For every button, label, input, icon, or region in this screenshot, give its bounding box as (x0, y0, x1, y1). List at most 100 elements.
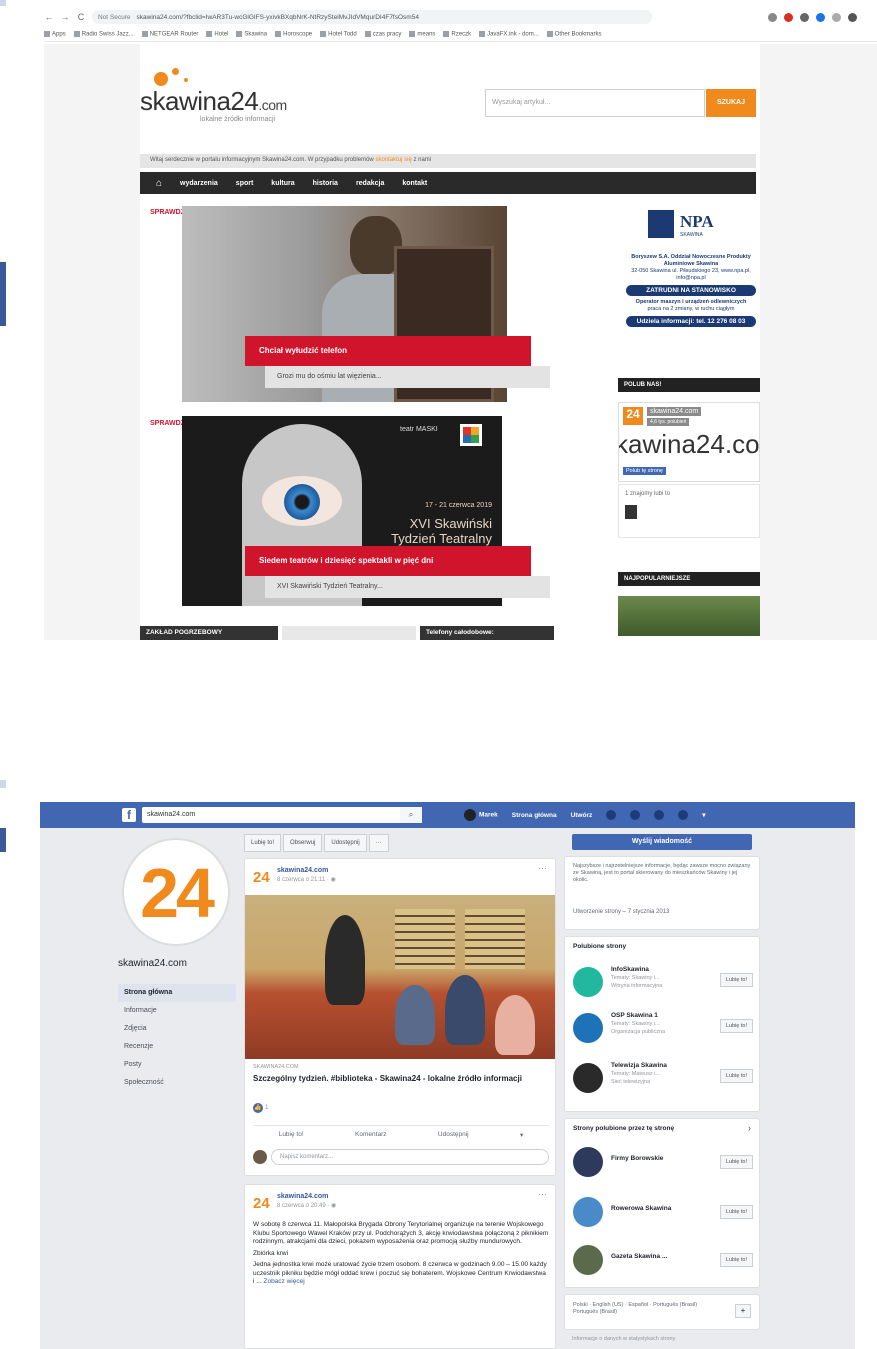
post-1-comment-button[interactable]: Komentarz (355, 1131, 386, 1138)
post-1-photo[interactable] (245, 895, 555, 1059)
related-page-like-button[interactable]: Lubię to! (719, 1155, 753, 1169)
security-label[interactable]: Not Secure (98, 14, 131, 21)
follow-button[interactable]: Obserwuj (283, 834, 323, 852)
phone-ad[interactable]: Telefony całodobowe: (420, 626, 554, 640)
home-link[interactable]: Strona główna (512, 812, 557, 819)
related-page-name[interactable]: Firmy Borowskie (611, 1155, 663, 1162)
bookmark-item[interactable]: means (409, 31, 435, 38)
language-line-2[interactable]: Português (Brasil) (573, 1309, 723, 1316)
bookmark-item[interactable]: Skawina (236, 31, 267, 38)
footer-info-link[interactable]: Informacje o danych w statystykach stron… (572, 1336, 675, 1342)
menu-item-wydarzenia[interactable]: wydarzenia (180, 180, 218, 187)
contact-link[interactable]: skontaktuj się (375, 157, 411, 163)
like-reaction-icon[interactable]: 👍 (253, 1103, 263, 1113)
post-2-menu-icon[interactable]: ··· (538, 1189, 547, 1199)
extension-blue-icon[interactable] (816, 12, 825, 22)
site-logo[interactable]: skawina24.com (140, 86, 287, 117)
bookmark-item[interactable]: Other Bookmarks (546, 31, 601, 38)
post-2-author[interactable]: skawina24.com (277, 1193, 328, 1200)
related-page-name[interactable]: Rowerowa Skawina (611, 1205, 671, 1212)
funeral-ad[interactable]: ZAKŁAD POGRZEBOWY (140, 626, 278, 640)
bookmark-item[interactable]: NETGEAR Router (141, 31, 198, 38)
forward-icon[interactable]: → (60, 12, 70, 22)
post-2-time[interactable]: 8 czerwca o 20:49 · ◉ (277, 1202, 336, 1209)
article-2-title[interactable]: Siedem teatrów i dziesięć spektakli w pi… (245, 546, 531, 576)
facebook-logo-icon[interactable]: f (122, 808, 136, 822)
extension-light-icon[interactable] (832, 12, 841, 22)
facebook-widget[interactable]: 24 skawina24.com 4,6 tys. polubień kawin… (618, 402, 760, 482)
extension-grey-icon[interactable] (800, 12, 809, 22)
related-page-avatar[interactable] (573, 1197, 603, 1227)
nav-spolecznosc[interactable]: Społeczność (118, 1074, 236, 1092)
npa-advert[interactable]: NPA SKAWINA Boryszew S.A. Oddział Nowocz… (618, 206, 760, 356)
comment-input[interactable]: Napisz komentarz... (271, 1149, 549, 1165)
site-search-button[interactable]: SZUKAJ (706, 89, 756, 117)
menu-item-redakcja[interactable]: redakcja (356, 180, 384, 187)
add-language-button[interactable]: + (735, 1304, 751, 1318)
profile-icon[interactable] (848, 12, 857, 22)
profile-link[interactable]: Marek (464, 809, 498, 821)
npa-phone-button[interactable]: Udziela informacji: tel. 12 276 08 03 (626, 316, 756, 327)
friend-avatar[interactable] (625, 505, 637, 519)
post-1-share-button[interactable]: Udostępnij (438, 1131, 469, 1138)
post-1-link-title[interactable]: Szczególny tydzień. #biblioteka - Skawin… (253, 1074, 549, 1084)
chevron-right-icon[interactable]: › (748, 1123, 751, 1133)
post-1-time[interactable]: 8 czerwca o 21:11 · ◉ (277, 876, 336, 883)
more-button[interactable]: ··· (368, 834, 389, 852)
nav-recenzje[interactable]: Recenzje (118, 1038, 236, 1056)
search-icon[interactable]: ⌕ (400, 807, 422, 823)
bookmark-item[interactable]: JavaFX.ink - dom... (479, 31, 539, 38)
post-1-menu-icon[interactable]: ··· (538, 863, 547, 873)
liked-page-like-button[interactable]: Lubię to! (719, 973, 753, 987)
post-1-avatar[interactable]: 24 (253, 869, 270, 886)
chevron-down-icon[interactable]: ▾ (702, 811, 705, 819)
reload-icon[interactable]: C (76, 12, 86, 22)
related-page-like-button[interactable]: Lubię to! (719, 1253, 753, 1267)
liked-page-avatar[interactable] (573, 1013, 603, 1043)
related-page-like-button[interactable]: Lubię to! (719, 1205, 753, 1219)
menu-item-kontakt[interactable]: kontakt (402, 180, 427, 187)
page-name[interactable]: skawina24.com (118, 958, 187, 969)
language-line-1[interactable]: Polski · English (US) · Español · Portug… (573, 1302, 723, 1309)
liked-page-like-button[interactable]: Lubię to! (719, 1019, 753, 1033)
address-bar[interactable]: Not Secure skawina24.com/?fbclid=IwAR3Tu… (92, 10, 652, 24)
see-more-link[interactable]: Zobacz więcej (263, 1278, 304, 1285)
related-page-avatar[interactable] (573, 1147, 603, 1177)
bookmark-item[interactable]: Apps (44, 31, 66, 38)
bookmark-item[interactable]: Radio Swiss Jazz... (73, 31, 134, 38)
liked-page-name[interactable]: InfoSkawina (611, 966, 649, 973)
post-1-audience-icon[interactable]: ▾ (520, 1131, 523, 1139)
middle-ad[interactable] (282, 626, 416, 640)
star-icon[interactable] (768, 12, 777, 22)
create-link[interactable]: Utwórz (571, 812, 593, 819)
popular-article-image[interactable] (618, 596, 760, 636)
messenger-icon[interactable] (630, 810, 641, 820)
share-page-button[interactable]: Udostępnij (324, 834, 367, 852)
bookmark-item[interactable]: Hotel Todd (320, 31, 357, 38)
menu-item-sport[interactable]: sport (236, 180, 254, 187)
liked-page-name[interactable]: OSP Skawina 1 (611, 1012, 658, 1019)
home-icon[interactable]: ⌂ (156, 178, 162, 189)
liked-page-avatar[interactable] (573, 1063, 603, 1093)
bookmark-item[interactable]: czas pracy (364, 31, 401, 38)
nav-strona-glowna[interactable]: Strona główna (118, 984, 236, 1002)
page-avatar[interactable]: 24 (122, 838, 230, 946)
liked-page-like-button[interactable]: Lubię to! (719, 1069, 753, 1083)
post-1-like-button[interactable]: Lubię to! (279, 1131, 304, 1138)
nav-zdjecia[interactable]: Zdjęcia (118, 1020, 236, 1038)
like-page-button[interactable]: Lubię to! (244, 834, 282, 852)
menu-item-kultura[interactable]: kultura (271, 180, 294, 187)
post-2-avatar[interactable]: 24 (253, 1195, 270, 1212)
post-1-reaction-count[interactable]: 1 (265, 1105, 268, 1111)
nav-informacje[interactable]: Informacje (118, 1002, 236, 1020)
liked-page-avatar[interactable] (573, 967, 603, 997)
article-1-title[interactable]: Chciał wyłudzić telefon (245, 336, 531, 366)
bookmark-item[interactable]: Horoscope (275, 31, 312, 38)
npa-hiring-button[interactable]: ZATRUDNI NA STANOWISKO (626, 285, 756, 296)
menu-item-historia[interactable]: historia (313, 180, 338, 187)
related-page-avatar[interactable] (573, 1245, 603, 1275)
widget-page-name[interactable]: skawina24.com (647, 407, 702, 416)
widget-like-button[interactable]: Polub tę stronę (623, 467, 666, 475)
related-page-name[interactable]: Gazeta Skawina ... (611, 1253, 667, 1260)
facebook-search-input[interactable]: skawina24.com ⌕ (142, 807, 422, 823)
